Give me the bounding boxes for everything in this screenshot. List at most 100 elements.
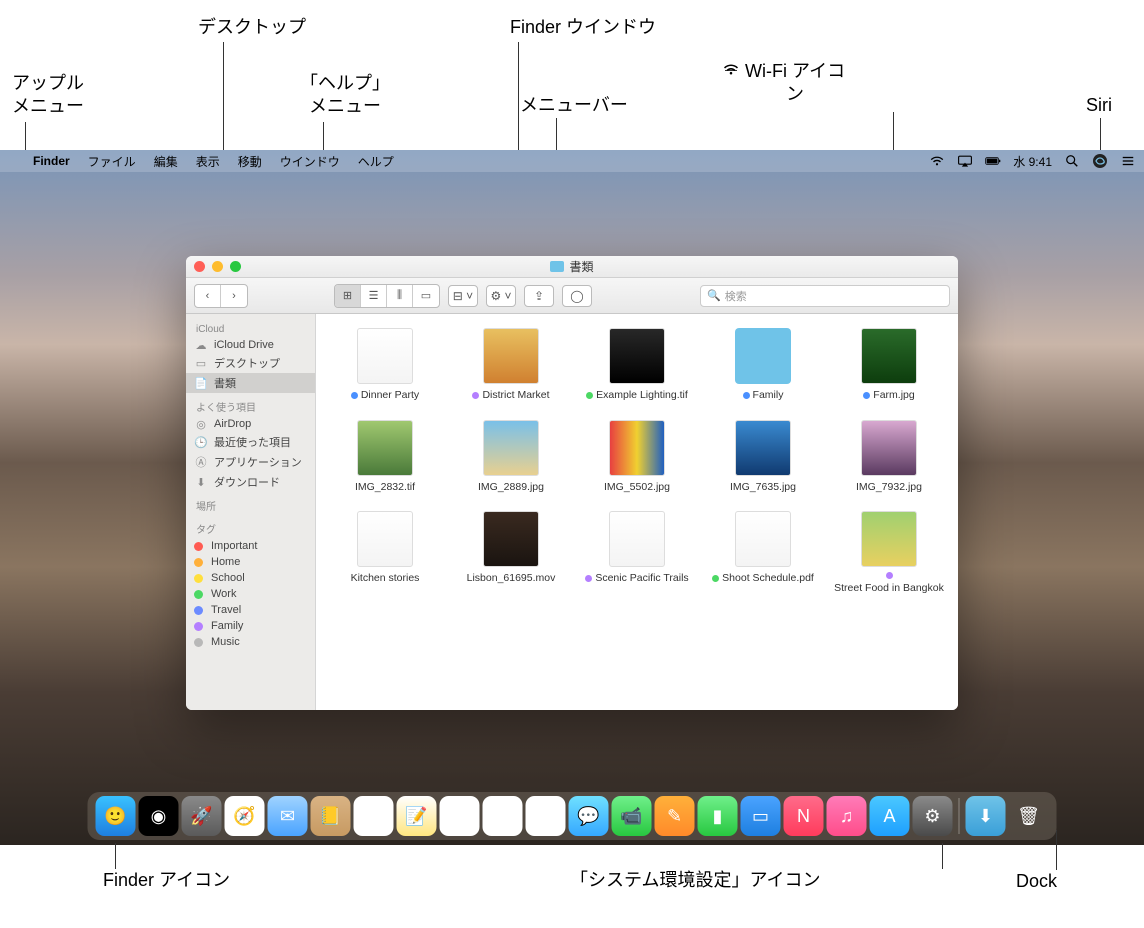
dock-appstore[interactable]: A (870, 796, 910, 836)
sidebar-item-AirDrop[interactable]: ◎AirDrop (186, 416, 315, 432)
dock-messages[interactable]: 💬 (569, 796, 609, 836)
dock-reminders[interactable]: ☑︎ (440, 796, 480, 836)
file-thumbnail (483, 328, 539, 384)
sidebar-item-ダウンロード[interactable]: ⬇︎ダウンロード (186, 472, 315, 492)
dock-pages[interactable]: ✎ (655, 796, 695, 836)
dock-mail[interactable]: ✉︎ (268, 796, 308, 836)
close-button[interactable] (194, 261, 205, 272)
dock-sysprefs[interactable]: ⚙︎ (913, 796, 953, 836)
dock-contacts[interactable]: 📒 (311, 796, 351, 836)
dock-launchpad[interactable]: 🚀 (182, 796, 222, 836)
dock-facetime[interactable]: 📹 (612, 796, 652, 836)
dock-itunes[interactable]: ♫ (827, 796, 867, 836)
dock-finder[interactable]: 🙂 (96, 796, 136, 836)
column-view-button[interactable]: ⫼ (387, 285, 413, 307)
sidebar-tag-School[interactable]: School (186, 570, 315, 586)
file-IMG_5502.jpg[interactable]: IMG_5502.jpg (578, 420, 696, 494)
file-Dinner Party[interactable]: Dinner Party (326, 328, 444, 402)
file-label: Lisbon_61695.mov (467, 572, 556, 585)
file-Example Lighting.tif[interactable]: Example Lighting.tif (578, 328, 696, 402)
wifi-icon[interactable] (929, 154, 945, 168)
file-IMG_7635.jpg[interactable]: IMG_7635.jpg (704, 420, 822, 494)
dock-numbers[interactable]: ▮ (698, 796, 738, 836)
zoom-button[interactable] (230, 261, 241, 272)
list-view-button[interactable]: ☰ (361, 285, 387, 307)
sidebar-tag-Family[interactable]: Family (186, 618, 315, 634)
minimize-button[interactable] (212, 261, 223, 272)
forward-button[interactable]: › (221, 285, 247, 307)
file-Street Food in Bangkok[interactable]: Street Food in Bangkok (830, 511, 948, 595)
file-Kitchen stories[interactable]: Kitchen stories (326, 511, 444, 595)
file-thumbnail (609, 328, 665, 384)
action-button[interactable]: ⚙︎ ˅ (486, 285, 516, 307)
dock-keynote[interactable]: ▭ (741, 796, 781, 836)
sidebar-item-iCloud Drive[interactable]: ☁︎iCloud Drive (186, 337, 315, 353)
sidebar-item-デスクトップ[interactable]: ▭デスクトップ (186, 353, 315, 373)
callout-finder-window: Finder ウインドウ (510, 16, 656, 39)
sidebar-item-書類[interactable]: 📄書類 (186, 373, 315, 393)
gallery-view-button[interactable]: ▭ (413, 285, 439, 307)
tag-dot-icon (194, 622, 203, 631)
icon-view-button[interactable]: ⊞ (335, 285, 361, 307)
file-Shoot Schedule.pdf[interactable]: Shoot Schedule.pdf (704, 511, 822, 595)
desktop-icon: ▭ (194, 357, 208, 369)
dock-downloads[interactable]: ⬇︎ (966, 796, 1006, 836)
dock-notes[interactable]: 📝 (397, 796, 437, 836)
dock-trash[interactable]: 🗑 (1009, 796, 1049, 836)
file-Scenic Pacific Trails[interactable]: Scenic Pacific Trails (578, 511, 696, 595)
dock-safari[interactable]: 🧭 (225, 796, 265, 836)
finder-content[interactable]: Dinner PartyDistrict MarketExample Light… (316, 314, 958, 710)
battery-icon[interactable] (985, 154, 1001, 168)
dock-siri[interactable]: ◉ (139, 796, 179, 836)
tag-dot-icon (194, 638, 203, 647)
file-IMG_7932.jpg[interactable]: IMG_7932.jpg (830, 420, 948, 494)
airplay-icon[interactable] (957, 154, 973, 168)
trash-icon: 🗑 (1017, 806, 1040, 827)
dock-calendar[interactable]: 12 (354, 796, 394, 836)
menu-表示[interactable]: 表示 (187, 153, 229, 170)
search-field[interactable]: 🔍検索 (700, 285, 950, 307)
tags-button[interactable]: ◯ (562, 285, 592, 307)
file-label: IMG_2832.tif (355, 481, 415, 494)
sidebar-item-最近使った項目[interactable]: 🕒最近使った項目 (186, 432, 315, 452)
menu-移動[interactable]: 移動 (229, 153, 271, 170)
finder-titlebar[interactable]: 書類 (186, 256, 958, 278)
finder-toolbar: ‹ › ⊞ ☰ ⫼ ▭ ⊟ ˅ ⚙︎ ˅ ⇪ ◯ 🔍検索 (186, 278, 958, 314)
menu-ウインドウ[interactable]: ウインドウ (271, 153, 349, 170)
file-Farm.jpg[interactable]: Farm.jpg (830, 328, 948, 402)
sidebar-item-アプリケーション[interactable]: Ⓐアプリケーション (186, 452, 315, 472)
clock[interactable]: 水 9:41 (1013, 153, 1052, 170)
photos-icon: ✿ (538, 806, 553, 827)
sidebar-tag-Travel[interactable]: Travel (186, 602, 315, 618)
file-Family[interactable]: Family (704, 328, 822, 402)
messages-icon: 💬 (577, 806, 599, 827)
spotlight-icon[interactable] (1064, 154, 1080, 168)
finder-window[interactable]: 書類 ‹ › ⊞ ☰ ⫼ ▭ ⊟ ˅ ⚙︎ ˅ ⇪ ◯ 🔍検索 iCloud ☁… (186, 256, 958, 710)
sidebar-tag-Important[interactable]: Important (186, 538, 315, 554)
dock-news[interactable]: N (784, 796, 824, 836)
back-button[interactable]: ‹ (195, 285, 221, 307)
app-menu-finder[interactable]: Finder (24, 154, 79, 168)
sidebar-header-favorites: よく使う項目 (186, 393, 315, 416)
file-IMG_2889.jpg[interactable]: IMG_2889.jpg (452, 420, 570, 494)
file-label: Kitchen stories (351, 572, 420, 585)
sidebar-tag-Work[interactable]: Work (186, 586, 315, 602)
menu-ファイル[interactable]: ファイル (79, 153, 145, 170)
file-District Market[interactable]: District Market (452, 328, 570, 402)
notification-center-icon[interactable] (1120, 154, 1136, 168)
menu-編集[interactable]: 編集 (145, 153, 187, 170)
file-IMG_2832.tif[interactable]: IMG_2832.tif (326, 420, 444, 494)
sidebar-tag-Home[interactable]: Home (186, 554, 315, 570)
arrange-button[interactable]: ⊟ ˅ (448, 285, 478, 307)
dock-photos[interactable]: ✿ (526, 796, 566, 836)
file-Lisbon_61695.mov[interactable]: Lisbon_61695.mov (452, 511, 570, 595)
sidebar-tag-Music[interactable]: Music (186, 634, 315, 650)
leader-line (942, 843, 943, 869)
dock-maps[interactable]: 🗺 (483, 796, 523, 836)
siri-icon[interactable] (1092, 153, 1108, 169)
share-button[interactable]: ⇪ (524, 285, 554, 307)
sidebar-header-places: 場所 (186, 492, 315, 515)
downloads-icon: ⬇︎ (978, 806, 993, 827)
menu-ヘルプ[interactable]: ヘルプ (349, 153, 403, 170)
tag-dot-icon (351, 392, 358, 399)
